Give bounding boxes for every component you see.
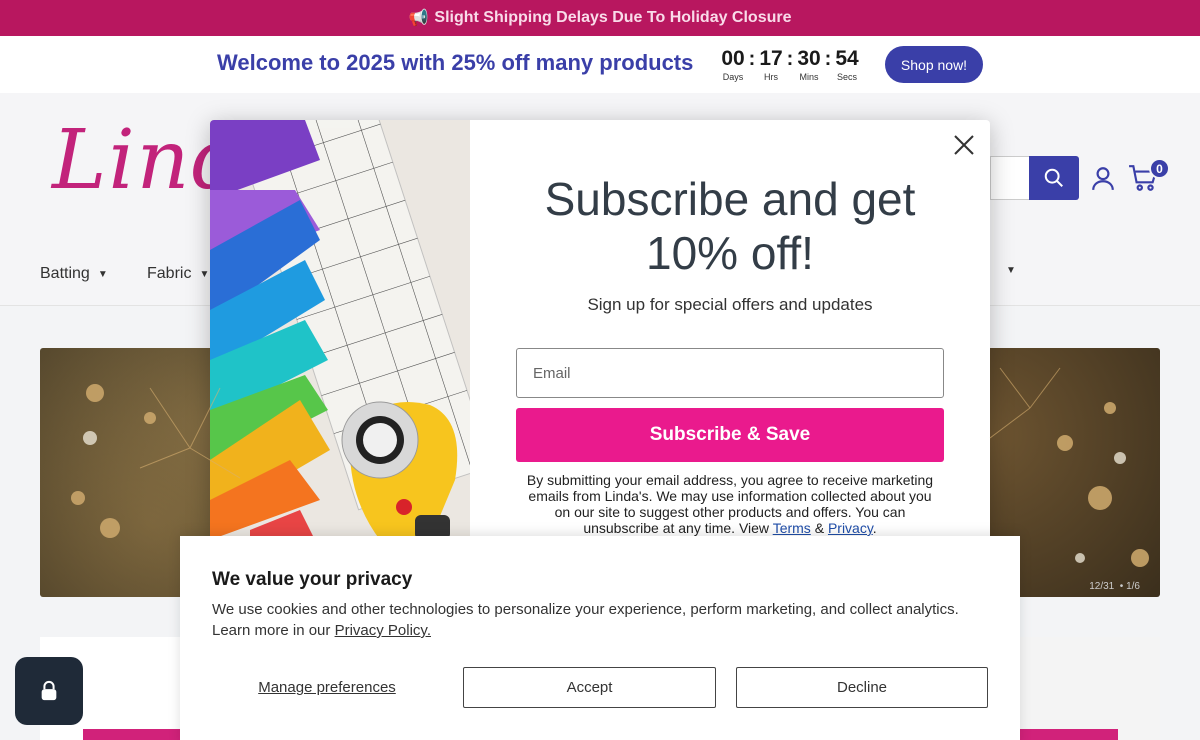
chevron-down-icon: ▼	[199, 268, 210, 280]
chevron-down-icon: ▼	[97, 268, 108, 280]
search-icon	[1044, 168, 1063, 187]
megaphone-icon: 📢	[408, 10, 429, 27]
manage-preferences-button[interactable]: Manage preferences	[212, 667, 442, 708]
countdown-label: Mins	[799, 72, 819, 82]
countdown-label: Secs	[836, 72, 857, 82]
hero-slide-counter: 12/31 • 1/6	[1089, 581, 1140, 592]
nav-item-more[interactable]: ▼	[998, 265, 1016, 276]
popup-subtitle: Sign up for special offers and updates	[587, 295, 873, 314]
countdown-separator: :	[748, 48, 756, 70]
shop-now-button[interactable]: Shop now!	[885, 46, 983, 83]
account-icon[interactable]	[1090, 165, 1116, 191]
promo-text: Welcome to 2025 with 25% off many produc…	[217, 50, 694, 75]
privacy-policy-link[interactable]: Privacy Policy.	[335, 622, 431, 639]
promo-bar: Welcome to 2025 with 25% off many produc…	[0, 36, 1200, 93]
cookie-text: We use cookies and other technologies to…	[212, 599, 982, 641]
countdown-timer: 00 Days : 17 Hrs : 30 Mins : 54 Secs	[718, 47, 862, 83]
countdown-value: 17	[759, 47, 783, 70]
chat-bubble-button[interactable]	[15, 657, 83, 725]
nav-item-label: Fabric	[147, 265, 192, 282]
close-icon[interactable]	[952, 133, 976, 157]
countdown-separator: :	[824, 48, 832, 70]
hero-slideshow[interactable]: 12/31 • 1/6	[40, 348, 1160, 597]
hero-decor	[71, 367, 1149, 567]
chevron-down-icon: ▼	[1006, 265, 1016, 276]
countdown-value: 54	[835, 47, 859, 70]
nav-item-batting[interactable]: Batting ▼	[40, 265, 108, 283]
nav-item-fabric[interactable]: Fabric ▼	[147, 265, 209, 283]
countdown-hours: 17 Hrs	[756, 47, 786, 83]
announcement-bar: 📢 Slight Shipping Delays Due To Holiday …	[0, 0, 1200, 36]
announcement-text: Slight Shipping Delays Due To Holiday Cl…	[434, 9, 792, 26]
popup-title: Subscribe and get 10% off!	[544, 173, 916, 279]
decline-button[interactable]: Decline	[736, 667, 988, 708]
countdown-seconds: 54 Secs	[832, 47, 862, 83]
nav-item-label: Batting	[40, 265, 90, 282]
countdown-value: 00	[721, 47, 745, 70]
cart-count-badge: 0	[1149, 158, 1170, 179]
countdown-label: Days	[722, 72, 744, 82]
tile-label-bar	[83, 729, 180, 740]
countdown-days: 00 Days	[718, 47, 748, 83]
lock-icon	[41, 680, 57, 701]
countdown-label: Hrs	[764, 72, 778, 82]
countdown-minutes: 30 Mins	[794, 47, 824, 83]
product-tile-right[interactable]	[1020, 637, 1160, 740]
hero-counter-date: 12/31	[1089, 581, 1115, 592]
hero-counter-pages: 1/6	[1126, 581, 1140, 592]
cookie-body: We use cookies and other technologies to…	[212, 601, 959, 639]
search-input[interactable]	[990, 156, 1030, 200]
tile-label-bar	[1020, 729, 1118, 740]
search-button[interactable]	[1029, 156, 1079, 200]
countdown-separator: :	[786, 48, 794, 70]
countdown-value: 30	[797, 47, 821, 70]
accept-button[interactable]: Accept	[463, 667, 716, 708]
